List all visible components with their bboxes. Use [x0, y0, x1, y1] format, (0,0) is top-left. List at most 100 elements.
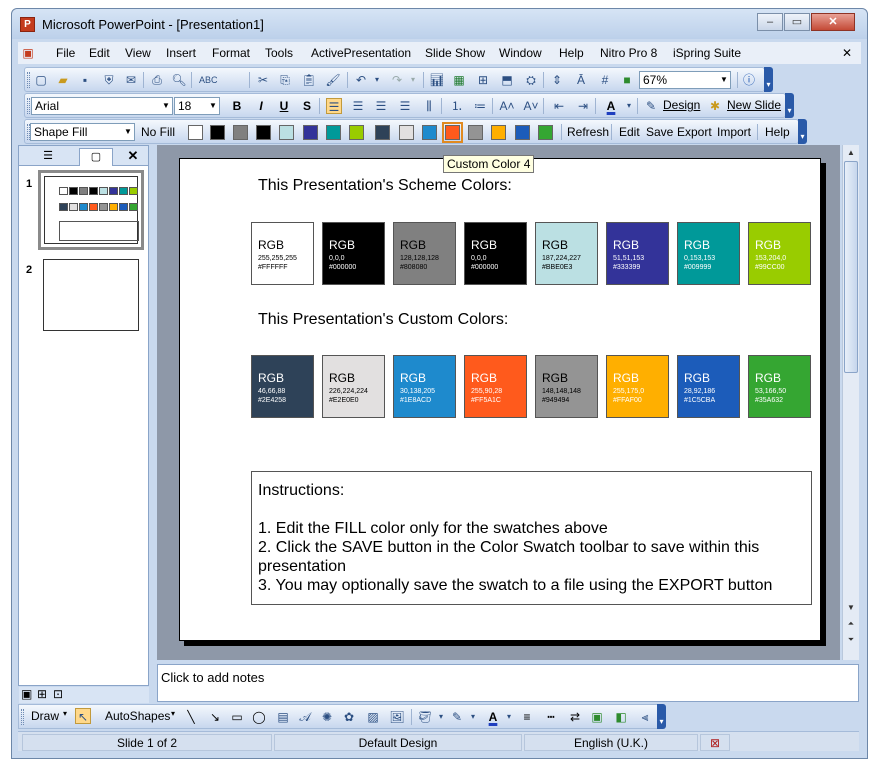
menu-window[interactable]: Window: [499, 46, 542, 60]
zoom-arrow-icon[interactable]: ▼: [718, 72, 730, 88]
spelling-status-icon[interactable]: ⊠: [700, 734, 730, 751]
menu-ispring-suite[interactable]: iSpring Suite: [673, 46, 741, 60]
scroll-down-icon[interactable]: ▼: [844, 601, 858, 615]
font-color-dropdown-icon[interactable]: ▾: [621, 98, 637, 114]
copy-icon[interactable]: ⎘: [277, 72, 293, 88]
font-color-dropdown-icon[interactable]: ▾: [501, 709, 517, 725]
color-swatch-button[interactable]: [375, 125, 390, 140]
color-swatch-button[interactable]: [188, 125, 203, 140]
menu-slide-show[interactable]: Slide Show: [425, 46, 485, 60]
help-button[interactable]: Help: [765, 125, 790, 139]
picture-icon[interactable]: ▨: [365, 709, 381, 725]
wordart-icon[interactable]: 𝒜: [297, 709, 313, 725]
bullets-icon[interactable]: ≔: [472, 98, 488, 114]
close-button[interactable]: ✕: [811, 13, 855, 31]
insert-org-chart-icon[interactable]: ⛭: [523, 72, 539, 88]
color-swatch-button[interactable]: [442, 122, 463, 143]
oval-icon[interactable]: ◯: [251, 709, 267, 725]
toolbar-grip[interactable]: [27, 72, 30, 88]
increase-indent-icon[interactable]: ⇥: [575, 98, 591, 114]
menu-format[interactable]: Format: [212, 46, 250, 60]
shape-fill-dropdown[interactable]: Shape Fill ▼: [30, 123, 135, 141]
color-swatch-button[interactable]: [303, 125, 318, 140]
menu-insert[interactable]: Insert: [166, 46, 196, 60]
no-fill-button[interactable]: No Fill: [141, 125, 175, 139]
new-icon[interactable]: ▢: [33, 72, 49, 88]
color-swatch-button[interactable]: [468, 125, 483, 140]
color-swatch-button[interactable]: [256, 125, 271, 140]
arrow-style-icon[interactable]: ⇄: [567, 709, 583, 725]
print-icon[interactable]: ⎙: [149, 72, 165, 88]
notes-pane[interactable]: Click to add notes: [157, 664, 859, 702]
scheme-color-swatch[interactable]: RGB 187,224,227 #BBE0E3: [535, 222, 598, 285]
menu-edit[interactable]: Edit: [89, 46, 110, 60]
export-button[interactable]: Export: [677, 125, 712, 139]
color-swatch-button[interactable]: [399, 125, 414, 140]
custom-color-swatch[interactable]: RGB 148,148,148 #949494: [535, 355, 598, 418]
justify-icon[interactable]: ☰: [397, 98, 413, 114]
text-box-icon[interactable]: ▤: [275, 709, 291, 725]
scheme-color-swatch[interactable]: RGB 51,51,153 #333399: [606, 222, 669, 285]
custom-color-swatch[interactable]: RGB 30,138,205 #1E8ACD: [393, 355, 456, 418]
dash-style-icon[interactable]: ┅: [543, 709, 559, 725]
expand-all-icon[interactable]: ⇕: [549, 72, 565, 88]
show-grid-icon[interactable]: #: [597, 72, 613, 88]
color-swatch-button[interactable]: [491, 125, 506, 140]
insert-table-icon[interactable]: ⊞: [475, 72, 491, 88]
powerpoint-app-icon[interactable]: P: [20, 17, 35, 32]
underline-icon[interactable]: U: [276, 98, 292, 114]
align-center-icon[interactable]: ☰: [350, 98, 366, 114]
menu-file[interactable]: File: [56, 46, 75, 60]
shadow-icon[interactable]: S: [299, 98, 315, 114]
color-swatch-button[interactable]: [326, 125, 341, 140]
line-icon[interactable]: ╲: [183, 709, 199, 725]
scroll-up-icon[interactable]: ▲: [844, 146, 858, 160]
toolbar-options-icon[interactable]: ▾: [785, 93, 794, 118]
font-arrow-icon[interactable]: ▼: [160, 98, 172, 114]
select-objects-icon[interactable]: ↖: [75, 708, 91, 724]
insert-chart-icon[interactable]: 📊︎: [429, 72, 445, 88]
scheme-color-swatch[interactable]: RGB 0,0,0 #000000: [464, 222, 527, 285]
line-color-icon[interactable]: ✎: [449, 709, 465, 725]
color-swatch-button[interactable]: [538, 125, 553, 140]
slide-canvas[interactable]: This Presentation's Scheme Colors: This …: [179, 158, 821, 641]
3d-style-icon[interactable]: ◧: [613, 709, 629, 725]
open-icon[interactable]: ▰: [55, 72, 71, 88]
menu-view[interactable]: View: [125, 46, 151, 60]
maximize-button[interactable]: ▭: [784, 13, 810, 31]
custom-color-swatch[interactable]: RGB 255,175,0 #FFAF00: [606, 355, 669, 418]
save-icon[interactable]: ▪: [77, 72, 93, 88]
next-slide-icon[interactable]: ⏷: [844, 633, 858, 647]
color-swatch-button[interactable]: [233, 125, 248, 140]
vertical-scrollbar[interactable]: ▲ ▼ ⏶ ⏷: [842, 145, 859, 660]
tables-borders-icon[interactable]: ⬒: [499, 72, 515, 88]
design-icon[interactable]: ✎: [643, 98, 659, 114]
help-icon[interactable]: ⓘ: [741, 72, 757, 88]
outline-tab[interactable]: ☰: [31, 148, 65, 166]
edit-button[interactable]: Edit: [619, 125, 640, 139]
redo-icon[interactable]: ↷: [389, 72, 405, 88]
document-menu-icon[interactable]: ▣: [20, 45, 36, 61]
color-swatch-button[interactable]: [515, 125, 530, 140]
custom-color-swatch[interactable]: RGB 46,66,88 #2E4258: [251, 355, 314, 418]
slides-tab[interactable]: ▢: [79, 148, 113, 166]
save-button[interactable]: Save: [646, 125, 673, 139]
shadow-style-icon[interactable]: ▣: [589, 709, 605, 725]
scheme-color-swatch[interactable]: RGB 0,153,153 #009999: [677, 222, 740, 285]
custom-color-swatch[interactable]: RGB 255,90,28 #FF5A1C: [464, 355, 527, 418]
previous-slide-icon[interactable]: ⏶: [844, 617, 858, 631]
menu-help[interactable]: Help: [559, 46, 584, 60]
scroll-thumb[interactable]: [844, 161, 858, 373]
font-size-dropdown[interactable]: 18 ▼: [174, 97, 220, 115]
import-button[interactable]: Import: [717, 125, 751, 139]
clip-art-icon[interactable]: ✿: [341, 709, 357, 725]
minimize-button[interactable]: –: [757, 13, 783, 31]
menu-activepresentation[interactable]: ActivePresentation: [311, 46, 411, 60]
zoom-dropdown[interactable]: 67% ▼: [639, 71, 731, 89]
color-swatch-button[interactable]: [349, 125, 364, 140]
diagram-icon[interactable]: ✺: [319, 709, 335, 725]
undo-icon[interactable]: ↶: [353, 72, 369, 88]
toolbar-grip[interactable]: [27, 98, 30, 114]
shape-fill-arrow-icon[interactable]: ▼: [122, 124, 134, 140]
autoshapes-button[interactable]: AutoShapes: [105, 709, 170, 723]
